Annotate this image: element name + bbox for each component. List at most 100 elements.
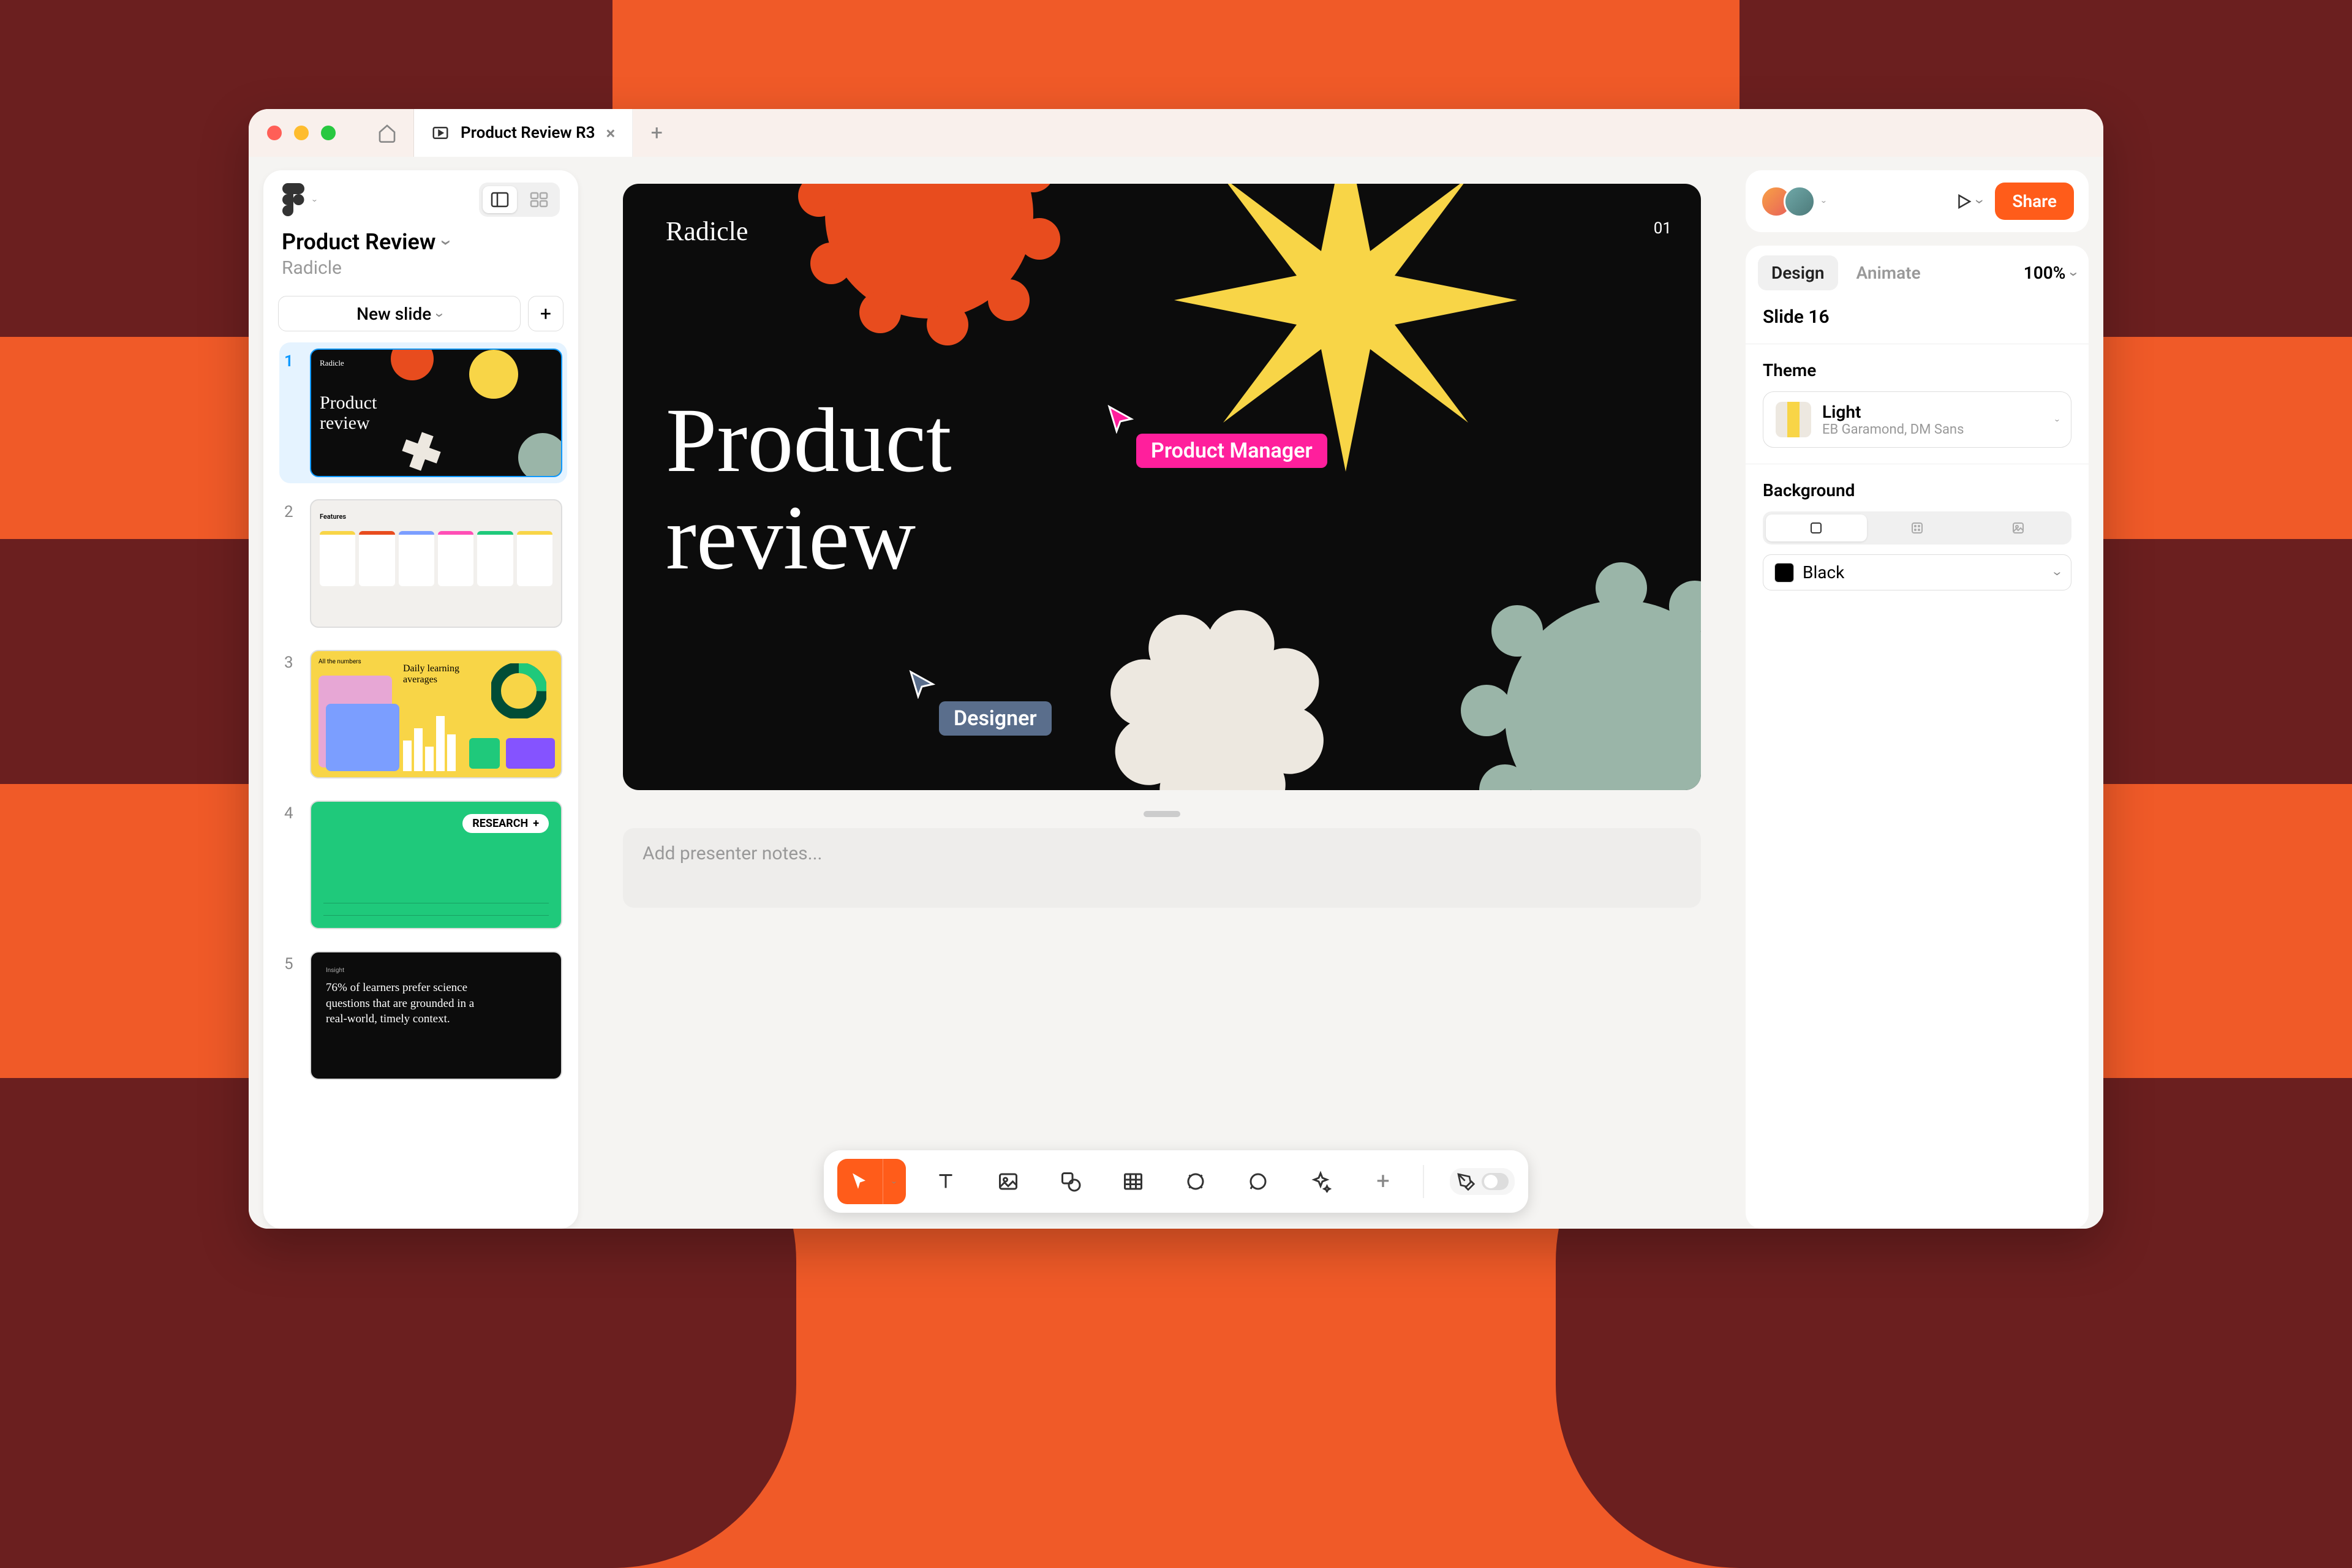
theme-fonts: EB Garamond, DM Sans — [1822, 422, 2045, 437]
document-tab[interactable]: Product Review R3 × — [414, 109, 633, 157]
chevron-down-icon[interactable] — [1823, 195, 1825, 207]
gear-shape-sage — [1450, 545, 1701, 790]
slide-preview: All the numbers Daily learningaverages — [310, 650, 562, 778]
more-tools[interactable]: + — [1360, 1159, 1406, 1204]
tab-design[interactable]: Design — [1758, 255, 1838, 290]
image-icon — [997, 1170, 1019, 1193]
figma-logo-icon[interactable] — [282, 183, 305, 216]
zoom-control[interactable]: 100% — [2024, 263, 2076, 283]
theme-selector[interactable]: Light EB Garamond, DM Sans — [1763, 391, 2071, 448]
thumbnail-slide-5[interactable]: 5 Insight 76% of learners prefer science… — [279, 945, 567, 1086]
slide-number: 4 — [284, 801, 299, 929]
thumbnail-list: 1 Radicle Productreview 2 Features — [263, 342, 578, 1229]
app-window: Product Review R3 × + — [249, 109, 2103, 1229]
tab-animate[interactable]: Animate — [1843, 255, 1934, 290]
add-slide-button[interactable]: + — [528, 296, 564, 331]
chevron-down-icon — [2071, 263, 2076, 283]
window-controls — [267, 126, 336, 140]
dev-mode-toggle[interactable] — [1450, 1168, 1515, 1195]
collaboration-bar: Share — [1746, 170, 2089, 232]
image-tool[interactable] — [986, 1159, 1031, 1204]
toolbar-separator — [1423, 1165, 1424, 1198]
home-tab[interactable] — [360, 109, 414, 157]
slide-number: 5 — [284, 951, 299, 1080]
slide-preview: Features — [310, 499, 562, 628]
slide-number: 2 — [284, 499, 299, 628]
cursor-label-designer: Designer — [939, 701, 1052, 736]
bg-image-button[interactable] — [1967, 514, 2068, 541]
color-name: Black — [1803, 562, 2046, 582]
shapes-icon — [1060, 1170, 1082, 1193]
inspector-panel: Design Animate 100% Slide 16 Theme — [1746, 246, 2089, 1229]
text-icon — [935, 1170, 957, 1193]
avatar-stack[interactable] — [1760, 186, 1815, 217]
outline-view-button[interactable] — [483, 186, 517, 213]
table-tool[interactable] — [1110, 1159, 1156, 1204]
minimize-window-icon[interactable] — [294, 126, 309, 140]
chevron-down-icon — [2056, 414, 2059, 426]
hash-shape-cream — [1064, 564, 1370, 790]
comment-tool[interactable] — [1235, 1159, 1281, 1204]
thumbnail-slide-3[interactable]: 3 All the numbers Daily learningaverages — [279, 644, 567, 785]
bg-gradient-button[interactable] — [1867, 514, 1968, 541]
slide-number: 1 — [284, 349, 299, 477]
maximize-window-icon[interactable] — [321, 126, 336, 140]
presenter-notes-input[interactable]: Add presenter notes... — [623, 828, 1701, 908]
notes-resize-handle[interactable] — [1144, 811, 1180, 817]
chat-icon — [1247, 1170, 1269, 1193]
color-swatch — [1774, 563, 1794, 582]
grid-icon — [530, 192, 548, 208]
slide-title: Productreview — [666, 392, 952, 587]
move-tool-dropdown[interactable] — [883, 1159, 906, 1204]
move-tool[interactable] — [837, 1159, 883, 1204]
thumbnail-slide-2[interactable]: 2 Features — [279, 493, 567, 634]
slide-preview: Insight 76% of learners prefer science q… — [310, 951, 562, 1080]
titlebar: Product Review R3 × + — [249, 109, 2103, 157]
chevron-down-icon — [437, 304, 442, 324]
thumbnail-slide-1[interactable]: 1 Radicle Productreview — [279, 342, 567, 483]
sparkle-icon — [1310, 1170, 1332, 1193]
add-tab-button[interactable]: + — [633, 109, 680, 157]
main-layout: Product Review Radicle New slide + 1 Rad… — [249, 157, 2103, 1229]
tab-title: Product Review R3 — [461, 124, 595, 142]
slide-canvas[interactable]: Radicle 01 Productreview Product Manager… — [623, 184, 1701, 790]
deck-title[interactable]: Product Review — [282, 229, 560, 255]
ai-tool[interactable] — [1298, 1159, 1343, 1204]
gear-shape-orange — [794, 184, 1064, 349]
chevron-down-icon[interactable] — [314, 194, 316, 206]
home-icon — [377, 123, 397, 143]
background-type-segments — [1763, 511, 2071, 545]
bg-solid-button[interactable] — [1766, 514, 1867, 541]
background-color-selector[interactable]: Black — [1763, 554, 2071, 590]
chevron-down-icon — [1978, 190, 1983, 212]
slide-indicator: Slide 16 — [1746, 290, 2089, 344]
shape-tool[interactable] — [1048, 1159, 1093, 1204]
slide-preview: Radicle Productreview — [310, 349, 562, 477]
slide-page-number: 01 — [1654, 219, 1672, 238]
avatar — [1784, 186, 1815, 217]
view-toggle — [479, 183, 560, 217]
panel-icon — [491, 192, 509, 208]
close-tab-icon[interactable]: × — [606, 123, 615, 143]
new-slide-button[interactable]: New slide — [278, 296, 521, 331]
move-tool-group — [837, 1159, 906, 1204]
share-button[interactable]: Share — [1995, 183, 2074, 220]
text-tool[interactable] — [923, 1159, 968, 1204]
section-title: Theme — [1763, 360, 2071, 380]
grid-view-button[interactable] — [522, 186, 556, 213]
square-icon — [1809, 521, 1823, 535]
cursor-icon — [908, 669, 935, 699]
slide-brand: Radicle — [666, 216, 748, 247]
present-button[interactable] — [1954, 190, 1983, 212]
pattern-icon — [1910, 521, 1924, 535]
theme-name: Light — [1822, 402, 2045, 422]
deck-project: Radicle — [282, 257, 560, 279]
close-window-icon[interactable] — [267, 126, 282, 140]
sticker-tool[interactable] — [1173, 1159, 1218, 1204]
toggle-switch — [1482, 1173, 1509, 1190]
thumbnail-slide-4[interactable]: 4 RESEARCH+ — [279, 794, 567, 935]
image-icon — [2011, 521, 2026, 535]
right-panel: Share Design Animate 100% Slide 16 Theme — [1746, 170, 2089, 1229]
theme-swatch — [1776, 402, 1811, 437]
cursor-icon — [849, 1170, 871, 1193]
